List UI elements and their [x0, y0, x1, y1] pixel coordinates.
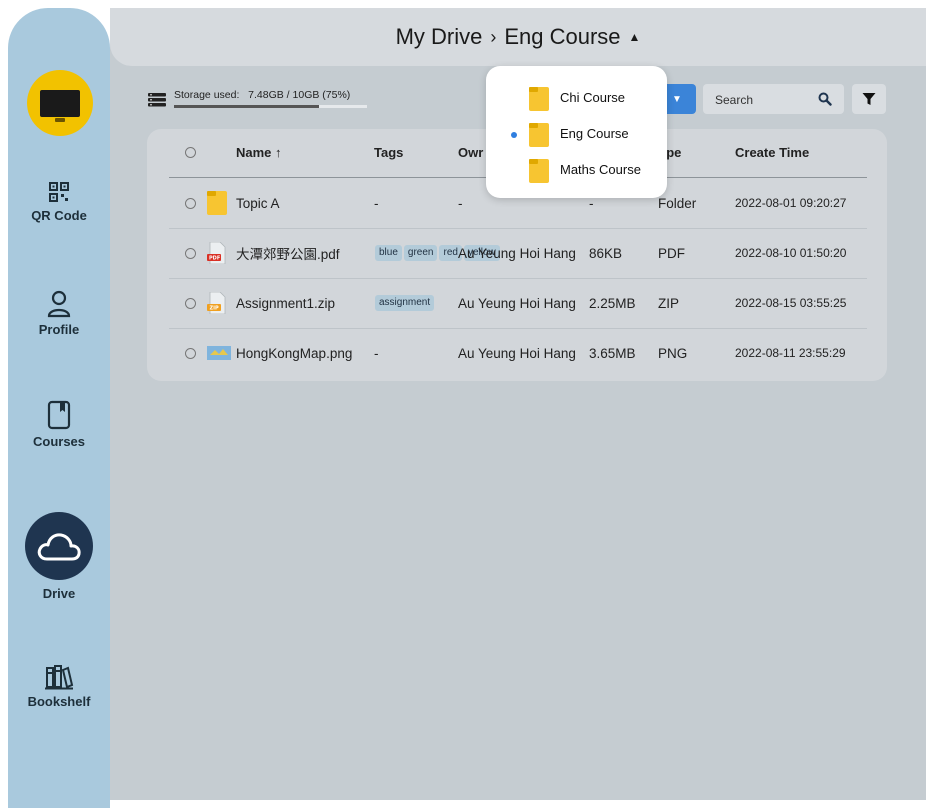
- zip-icon: ZIP: [207, 292, 227, 314]
- column-header-create-time[interactable]: Create Time: [735, 145, 809, 160]
- file-create-time: 2022-08-10 01:50:20: [735, 246, 847, 260]
- sidebar-item-drive[interactable]: Drive: [8, 512, 110, 601]
- file-size: 3.65MB: [589, 345, 636, 361]
- sidebar-item-profile[interactable]: Profile: [8, 290, 110, 337]
- cloud-icon: [37, 533, 81, 561]
- search-icon[interactable]: [818, 92, 832, 106]
- image-icon: [207, 344, 231, 362]
- file-owner: Au Yeung Hoi Hang: [458, 245, 576, 261]
- sidebar-item-label: Profile: [38, 322, 80, 337]
- course-option-maths[interactable]: Maths Course: [486, 154, 667, 186]
- pdf-icon: PDF: [207, 242, 227, 264]
- monitor-icon: [40, 89, 80, 122]
- course-option-label: Maths Course: [560, 162, 641, 177]
- row-select-radio[interactable]: [185, 197, 196, 209]
- search-box: [703, 84, 844, 114]
- sidebar-item-label: QR Code: [31, 208, 87, 223]
- tag-badge[interactable]: assignment: [375, 295, 435, 311]
- column-header-tags[interactable]: Tags: [374, 145, 403, 160]
- search-input[interactable]: [713, 90, 817, 110]
- bookshelf-icon: [45, 665, 74, 690]
- row-select-radio[interactable]: [185, 297, 196, 309]
- column-header-name[interactable]: Name ↑: [236, 145, 282, 160]
- file-type: ZIP: [658, 295, 680, 311]
- person-icon: [47, 290, 71, 318]
- file-name[interactable]: 大潭郊野公園.pdf: [236, 243, 340, 263]
- qr-code-icon: [49, 182, 69, 202]
- course-dropdown: Chi Course Eng Course Maths Course: [486, 66, 667, 198]
- course-option-chi[interactable]: Chi Course: [486, 82, 667, 114]
- sidebar-item-bookshelf[interactable]: Bookshelf: [8, 664, 110, 709]
- table-row[interactable]: PDF 大潭郊野公園.pdf blue green red yellow Au Yeung …: [169, 228, 867, 279]
- app-logo[interactable]: [27, 70, 93, 136]
- file-name[interactable]: Assignment1.zip: [236, 296, 335, 311]
- svg-text:PDF: PDF: [209, 256, 220, 262]
- file-create-time: 2022-08-15 03:55:25: [735, 296, 847, 310]
- file-size: 86KB: [589, 245, 623, 261]
- sidebar-item-qr-code[interactable]: QR Code: [8, 180, 110, 223]
- tags-empty: -: [374, 195, 379, 211]
- storage-progress-bar: [174, 105, 367, 108]
- tag-badge[interactable]: blue: [375, 245, 402, 261]
- caret-down-icon: ▼: [672, 93, 682, 105]
- sidebar: QR Code Profile Courses Drive Bookshelf: [8, 8, 110, 808]
- folder-icon: [207, 191, 227, 215]
- row-select-radio[interactable]: [185, 347, 196, 359]
- file-owner: Au Yeung Hoi Hang: [458, 295, 576, 311]
- file-type: PNG: [658, 345, 688, 361]
- file-create-time: 2022-08-01 09:20:27: [735, 196, 847, 210]
- file-create-time: 2022-08-11 23:55:29: [735, 346, 846, 360]
- course-option-eng[interactable]: Eng Course: [486, 118, 667, 150]
- course-option-label: Eng Course: [560, 126, 629, 141]
- file-name[interactable]: Topic A: [236, 196, 280, 211]
- sidebar-item-label: Drive: [42, 586, 76, 601]
- selected-indicator: [511, 132, 517, 138]
- file-type: Folder: [658, 195, 697, 211]
- column-header-owner[interactable]: Owr: [458, 145, 483, 160]
- storage-indicator: Storage used: 7.48GB / 10GB (75%): [148, 89, 388, 119]
- file-owner: Au Yeung Hoi Hang: [458, 345, 576, 361]
- filter-icon: [862, 93, 876, 105]
- breadcrumb-root[interactable]: My Drive: [396, 24, 483, 50]
- sidebar-item-label: Courses: [32, 434, 86, 449]
- sidebar-item-courses[interactable]: Courses: [8, 400, 110, 449]
- storage-progress-fill: [174, 105, 319, 108]
- storage-label: Storage used: 7.48GB / 10GB (75%): [174, 89, 351, 101]
- drive-active-indicator: [25, 512, 93, 580]
- book-icon: [47, 400, 71, 430]
- folder-icon: [529, 87, 549, 111]
- filter-button[interactable]: [852, 84, 886, 114]
- select-all-radio[interactable]: [185, 147, 196, 158]
- sidebar-item-label: Bookshelf: [27, 694, 91, 709]
- breadcrumb-current[interactable]: Eng Course: [504, 24, 620, 50]
- file-type: PDF: [658, 245, 685, 261]
- tag-badge[interactable]: green: [403, 245, 438, 261]
- storage-icon: [148, 93, 166, 107]
- folder-icon: [529, 159, 549, 183]
- row-select-radio[interactable]: [185, 247, 196, 259]
- folder-icon: [529, 123, 549, 147]
- tags-empty: -: [374, 345, 379, 361]
- svg-text:ZIP: ZIP: [210, 306, 219, 312]
- caret-up-icon[interactable]: ▲: [629, 30, 641, 44]
- breadcrumb-separator: ›: [490, 26, 497, 47]
- file-size: 2.25MB: [589, 295, 636, 311]
- storage-value: 7.48GB / 10GB (75%): [248, 89, 351, 101]
- breadcrumb: My Drive › Eng Course ▲: [110, 8, 926, 66]
- file-name[interactable]: HongKongMap.png: [236, 346, 352, 361]
- table-row[interactable]: HongKongMap.png - Au Yeung Hoi Hang 3.65MB P…: [169, 328, 867, 378]
- course-option-label: Chi Course: [560, 90, 626, 105]
- table-row[interactable]: ZIP Assignment1.zip assignment Au Yeung Hoi…: [169, 278, 867, 329]
- file-owner: -: [458, 195, 463, 211]
